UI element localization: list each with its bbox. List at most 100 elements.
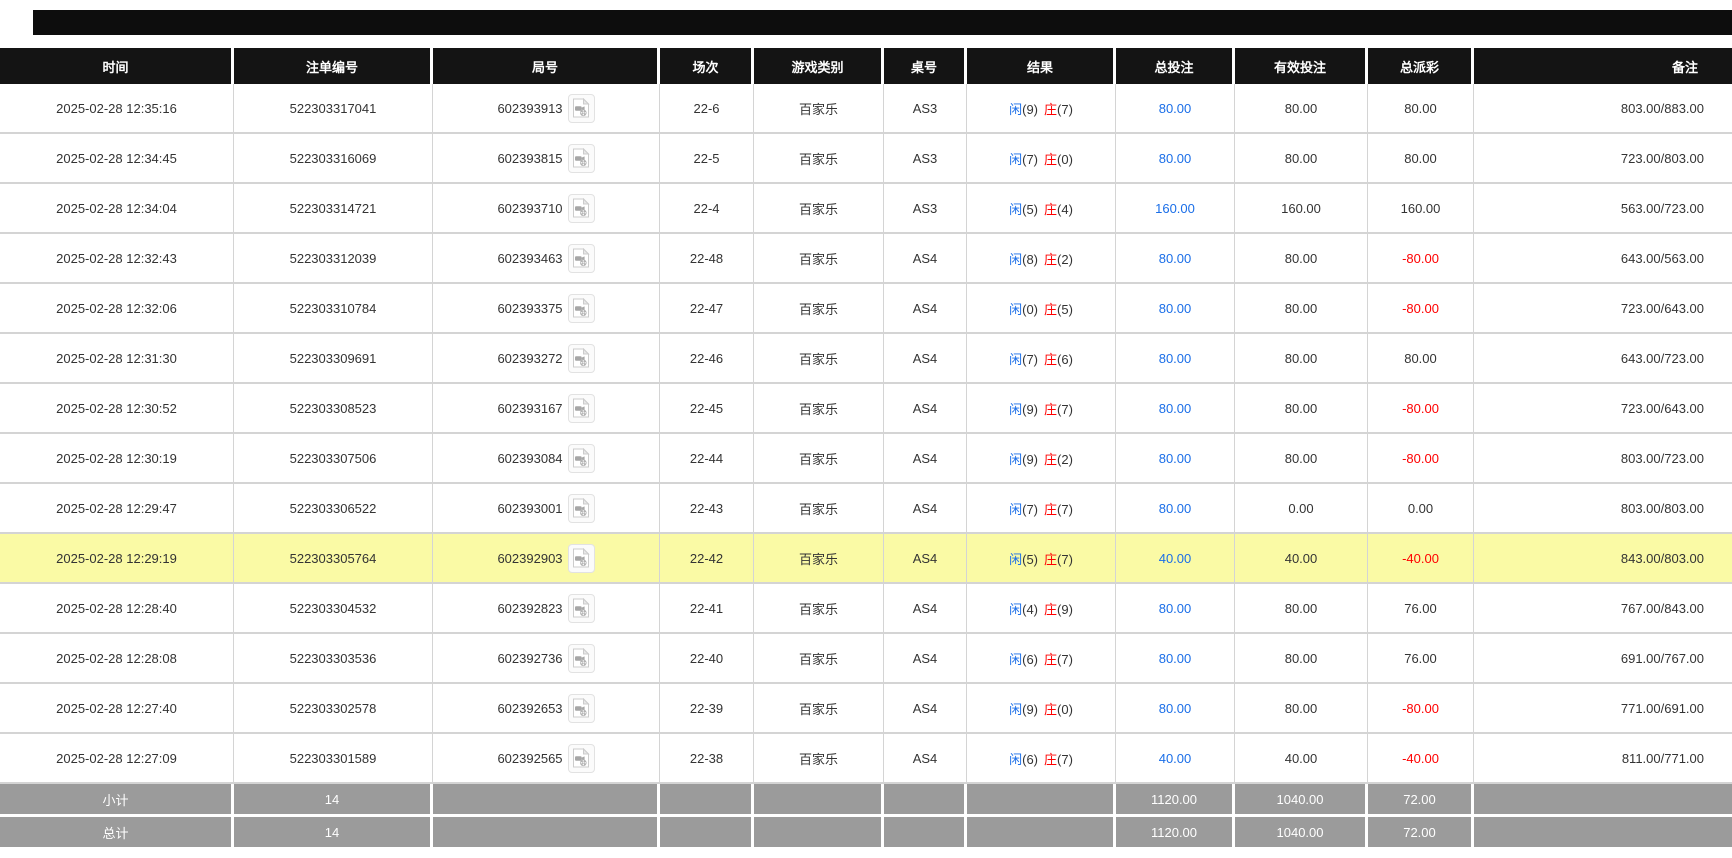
video-replay-button[interactable] [568,344,595,373]
summary-payout: 72.00 [1368,784,1474,817]
cell-bet-id: 522303303536 [234,634,433,684]
cell-bet-id: 522303310784 [234,284,433,334]
table-row[interactable]: 2025-02-28 12:28:08 522303303536 6023927… [0,634,1732,684]
result-player-label: 闲 [1009,302,1022,317]
cell-total-bet[interactable]: 40.00 [1159,551,1192,566]
result-player-label: 闲 [1009,702,1022,717]
result-banker-value: (7) [1057,502,1073,517]
cell-time: 2025-02-28 12:29:19 [0,534,234,584]
video-file-icon [572,698,590,718]
video-replay-button[interactable] [568,394,595,423]
cell-round-id: 602393463 [497,251,562,266]
cell-result: 闲(7)庄(7) [967,484,1116,534]
cell-total-bet[interactable]: 80.00 [1159,351,1192,366]
video-replay-button[interactable] [568,694,595,723]
cell-total-bet[interactable]: 40.00 [1159,751,1192,766]
video-replay-button[interactable] [568,94,595,123]
cell-bet-id: 522303308523 [234,384,433,434]
cell-time: 2025-02-28 12:30:19 [0,434,234,484]
cell-payout: -40.00 [1368,534,1474,584]
video-replay-button[interactable] [568,544,595,573]
summary-empty-cell [967,817,1116,850]
result-player-value: (7) [1022,152,1038,167]
table-row[interactable]: 2025-02-28 12:30:52 522303308523 6023931… [0,384,1732,434]
column-header-payout: 总派彩 [1368,48,1474,84]
video-file-icon [572,248,590,268]
result-banker-label: 庄 [1044,202,1057,217]
summary-empty-cell [1474,817,1732,850]
cell-game-type: 百家乐 [754,184,884,234]
cell-session: 22-38 [660,734,754,784]
column-header-valid_bet: 有效投注 [1235,48,1368,84]
cell-remark: 643.00/723.00 [1474,334,1732,384]
table-row[interactable]: 2025-02-28 12:27:09 522303301589 6023925… [0,734,1732,784]
cell-total-bet[interactable]: 80.00 [1159,101,1192,116]
video-replay-button[interactable] [568,644,595,673]
result-player-label: 闲 [1009,402,1022,417]
cell-game-type: 百家乐 [754,584,884,634]
cell-game-type: 百家乐 [754,684,884,734]
cell-bet-id: 522303305764 [234,534,433,584]
cell-time: 2025-02-28 12:32:43 [0,234,234,284]
cell-time: 2025-02-28 12:34:45 [0,134,234,184]
cell-time: 2025-02-28 12:31:30 [0,334,234,384]
cell-result: 闲(8)庄(2) [967,234,1116,284]
cell-total-bet[interactable]: 80.00 [1159,451,1192,466]
round-cell: 602392653 [433,684,659,732]
video-file-icon [572,498,590,518]
video-replay-button[interactable] [568,294,595,323]
round-cell: 602393167 [433,384,659,432]
cell-total-bet[interactable]: 80.00 [1159,151,1192,166]
cell-remark: 691.00/767.00 [1474,634,1732,684]
cell-remark: 803.00/883.00 [1474,84,1732,134]
result-player-label: 闲 [1009,552,1022,567]
table-row[interactable]: 2025-02-28 12:30:19 522303307506 6023930… [0,434,1732,484]
table-row[interactable]: 2025-02-28 12:34:45 522303316069 6023938… [0,134,1732,184]
video-replay-button[interactable] [568,144,595,173]
table-row[interactable]: 2025-02-28 12:32:06 522303310784 6023933… [0,284,1732,334]
table-row[interactable]: 2025-02-28 12:35:16 522303317041 6023939… [0,84,1732,134]
table-row[interactable]: 2025-02-28 12:27:40 522303302578 6023926… [0,684,1732,734]
table-row[interactable]: 2025-02-28 12:34:04 522303314721 6023937… [0,184,1732,234]
cell-payout: -80.00 [1368,434,1474,484]
cell-round-id: 602392903 [497,551,562,566]
video-replay-button[interactable] [568,194,595,223]
video-replay-button[interactable] [568,594,595,623]
cell-total-bet[interactable]: 80.00 [1159,301,1192,316]
summary-payout: 72.00 [1368,817,1474,850]
result-banker-value: (7) [1057,102,1073,117]
table-row[interactable]: 2025-02-28 12:31:30 522303309691 6023932… [0,334,1732,384]
result-banker-label: 庄 [1044,352,1057,367]
cell-remark: 723.00/803.00 [1474,134,1732,184]
video-replay-button[interactable] [568,444,595,473]
table-row[interactable]: 2025-02-28 12:28:40 522303304532 6023928… [0,584,1732,634]
cell-time: 2025-02-28 12:35:16 [0,84,234,134]
video-replay-button[interactable] [568,244,595,273]
cell-total-bet[interactable]: 80.00 [1159,251,1192,266]
video-replay-button[interactable] [568,494,595,523]
cell-total-bet[interactable]: 80.00 [1159,701,1192,716]
table-row[interactable]: 2025-02-28 12:29:47 522303306522 6023930… [0,484,1732,534]
cell-total-bet[interactable]: 80.00 [1159,501,1192,516]
cell-total-bet[interactable]: 80.00 [1159,651,1192,666]
bet-records-table: 时间注单编号局号场次游戏类别桌号结果总投注有效投注总派彩备注 2025-02-2… [0,48,1732,850]
table-row[interactable]: 2025-02-28 12:32:43 522303312039 6023934… [0,234,1732,284]
cell-valid-bet: 40.00 [1235,734,1368,784]
round-cell: 602393001 [433,484,659,532]
result-banker-value: (2) [1057,452,1073,467]
cell-payout: 80.00 [1368,84,1474,134]
table-row[interactable]: 2025-02-28 12:29:19 522303305764 6023929… [0,534,1732,584]
summary-total-bet: 1120.00 [1116,817,1235,850]
cell-total-bet[interactable]: 80.00 [1159,601,1192,616]
cell-total-bet[interactable]: 160.00 [1155,201,1195,216]
video-replay-button[interactable] [568,744,595,773]
cell-table-no: AS4 [884,284,967,334]
result-player-value: (9) [1022,702,1038,717]
cell-payout: 80.00 [1368,134,1474,184]
cell-total-bet[interactable]: 80.00 [1159,401,1192,416]
summary-count: 14 [234,784,433,817]
result-player-value: (4) [1022,602,1038,617]
result-banker-label: 庄 [1044,702,1057,717]
result-banker-label: 庄 [1044,102,1057,117]
cell-result: 闲(5)庄(7) [967,534,1116,584]
